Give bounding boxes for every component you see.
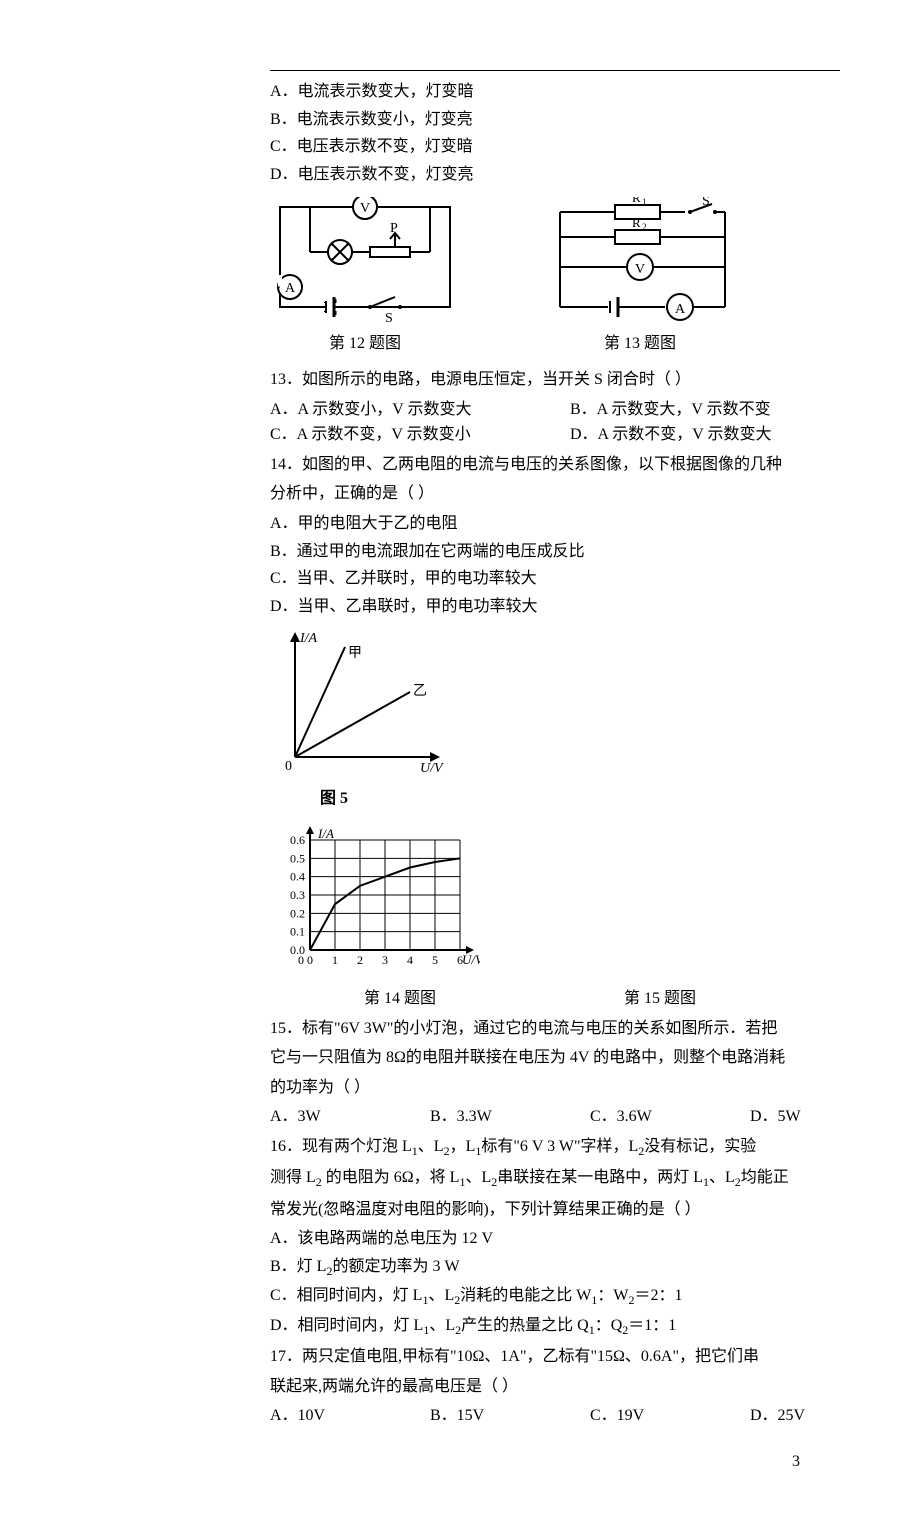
svg-text:V: V	[360, 201, 370, 216]
svg-text:0: 0	[285, 759, 292, 774]
figure-12: V P A S	[270, 197, 460, 357]
q16-option-b: B．灯 L2的额定功率为 3 W	[270, 1254, 840, 1281]
svg-text:U/V: U/V	[462, 952, 480, 967]
q13-option-b: B．A 示数变大，V 示数不变	[570, 397, 771, 423]
q14-option-d: D．当甲、乙串联时，甲的电功率较大	[270, 594, 840, 620]
page-number: 3	[270, 1449, 840, 1475]
svg-text:A: A	[675, 302, 686, 317]
q13-option-c: C．A 示数不变，V 示数变小	[270, 422, 570, 448]
svg-text:0.6: 0.6	[290, 833, 305, 847]
svg-text:0.2: 0.2	[290, 906, 305, 920]
q14-option-a: A．甲的电阻大于乙的电阻	[270, 511, 840, 537]
figure-row-12-13: V P A S	[270, 197, 840, 357]
svg-text:0.3: 0.3	[290, 888, 305, 902]
svg-text:1: 1	[332, 953, 338, 967]
svg-text:乙: 乙	[413, 683, 427, 699]
q12-option-a: A．电流表示数变大，灯变暗	[270, 79, 840, 105]
figure-14-graph1: I/A U/V 0 甲 乙 图 5	[270, 627, 840, 811]
figure-13-caption: 第 13 题图	[604, 331, 676, 357]
circuit-13-svg: S R1 R2 V A	[540, 197, 740, 327]
q13-stem: 13．如图所示的电路，电源电压恒定，当开关 S 闭合时（ ）	[270, 367, 840, 393]
q14-option-b: B．通过甲的电流跟加在它两端的电压成反比	[270, 539, 840, 565]
svg-text:0: 0	[298, 953, 304, 967]
horizontal-rule	[270, 70, 840, 71]
svg-text:A: A	[285, 281, 296, 296]
q12-option-d: D．电压表示数不变，灯变亮	[270, 162, 840, 188]
q15-stem-3: 的功率为（ ）	[270, 1075, 840, 1101]
svg-text:I/A: I/A	[299, 631, 318, 646]
figure-14-caption: 第 14 题图	[270, 986, 530, 1012]
svg-text:S: S	[702, 197, 710, 209]
q17-stem-1: 17．两只定值电阻,甲标有"10Ω、1A"，乙标有"15Ω、0.6A"，把它们串	[270, 1344, 840, 1370]
q12-option-c: C．电压表示数不变，灯变暗	[270, 134, 840, 160]
svg-text:2: 2	[642, 222, 647, 232]
q17-options: A．10V B．15V C．19V D．25V	[270, 1403, 840, 1429]
figure-12-caption: 第 12 题图	[329, 331, 401, 357]
svg-text:3: 3	[382, 953, 388, 967]
svg-text:I/A: I/A	[317, 826, 334, 841]
q16-option-a: A．该电路两端的总电压为 12 V	[270, 1226, 840, 1252]
q16-option-c: C．相同时间内，灯 L1、L2消耗的电能之比 W1：W2＝2：1	[270, 1283, 840, 1310]
svg-text:0.4: 0.4	[290, 869, 305, 883]
q17-option-c: C．19V	[590, 1403, 750, 1429]
svg-text:0.5: 0.5	[290, 851, 305, 865]
svg-text:0: 0	[307, 953, 313, 967]
svg-text:V: V	[635, 262, 645, 277]
q14-option-c: C．当甲、乙并联时，甲的电功率较大	[270, 566, 840, 592]
q13-option-a: A．A 示数变小，V 示数变大	[270, 397, 570, 423]
svg-text:2: 2	[357, 953, 363, 967]
q16-stem-1: 16．现有两个灯泡 L1、L2，L1标有"6 V 3 W"字样，L2没有标记，实…	[270, 1134, 840, 1161]
q13-option-d: D．A 示数不变，V 示数变大	[570, 422, 772, 448]
q17-option-d: D．25V	[750, 1403, 805, 1429]
q13-options-row2: C．A 示数不变，V 示数变小 D．A 示数不变，V 示数变大	[270, 422, 840, 448]
q15-option-a: A．3W	[270, 1104, 430, 1130]
q15-stem-2: 它与一只阻值为 8Ω的电阻并联接在电压为 4V 的电路中，则整个电路消耗	[270, 1045, 840, 1071]
q17-option-b: B．15V	[430, 1403, 590, 1429]
svg-text:R: R	[632, 215, 641, 230]
q16-stem-3: 常发光(忽略温度对电阻的影响)，下列计算结果正确的是（ ）	[270, 1197, 840, 1223]
svg-text:R: R	[632, 197, 641, 205]
q15-option-b: B．3.3W	[430, 1104, 590, 1130]
svg-text:5: 5	[432, 953, 438, 967]
figure-14-inner-label: 图 5	[270, 786, 840, 812]
q16-stem-2: 测得 L2 的电阻为 6Ω，将 L1、L2串联接在某一电路中，两灯 L1、L2均…	[270, 1165, 840, 1192]
q15-option-c: C．3.6W	[590, 1104, 750, 1130]
figure-15-graph: 01234560.00.10.20.30.40.50.6I/AU/V0	[270, 820, 840, 979]
svg-text:甲: 甲	[348, 646, 362, 661]
q14-stem-1: 14．如图的甲、乙两电阻的电流与电压的关系图像，以下根据图像的几种	[270, 452, 840, 478]
q17-option-a: A．10V	[270, 1403, 430, 1429]
svg-text:S: S	[385, 311, 393, 326]
svg-text:4: 4	[407, 953, 413, 967]
svg-text:1: 1	[642, 197, 647, 207]
q15-options: A．3W B．3.3W C．3.6W D．5W	[270, 1104, 840, 1130]
q17-stem-2: 联起来,两端允许的最高电压是（ ）	[270, 1374, 840, 1400]
q16-option-d: D．相同时间内，灯 L1、L2产生的热量之比 Q1：Q2＝1：1	[270, 1313, 840, 1340]
svg-text:U/V: U/V	[420, 761, 444, 776]
svg-text:0.1: 0.1	[290, 924, 305, 938]
q14-stem-2: 分析中，正确的是（ ）	[270, 481, 840, 507]
q13-options-row1: A．A 示数变小，V 示数变大 B．A 示数变大，V 示数不变	[270, 397, 840, 423]
circuit-12-svg: V P A S	[270, 197, 460, 327]
q12-option-b: B．电流表示数变小，灯变亮	[270, 107, 840, 133]
figure-15-caption: 第 15 题图	[530, 986, 790, 1012]
q15-option-d: D．5W	[750, 1104, 801, 1130]
figure-13: S R1 R2 V A 第 13 题图	[540, 197, 740, 357]
q15-stem-1: 15．标有"6V 3W"的小灯泡，通过它的电流与电压的关系如图所示．若把	[270, 1016, 840, 1042]
svg-text:P: P	[390, 221, 398, 236]
caption-row-14-15: 第 14 题图 第 15 题图	[270, 986, 840, 1012]
